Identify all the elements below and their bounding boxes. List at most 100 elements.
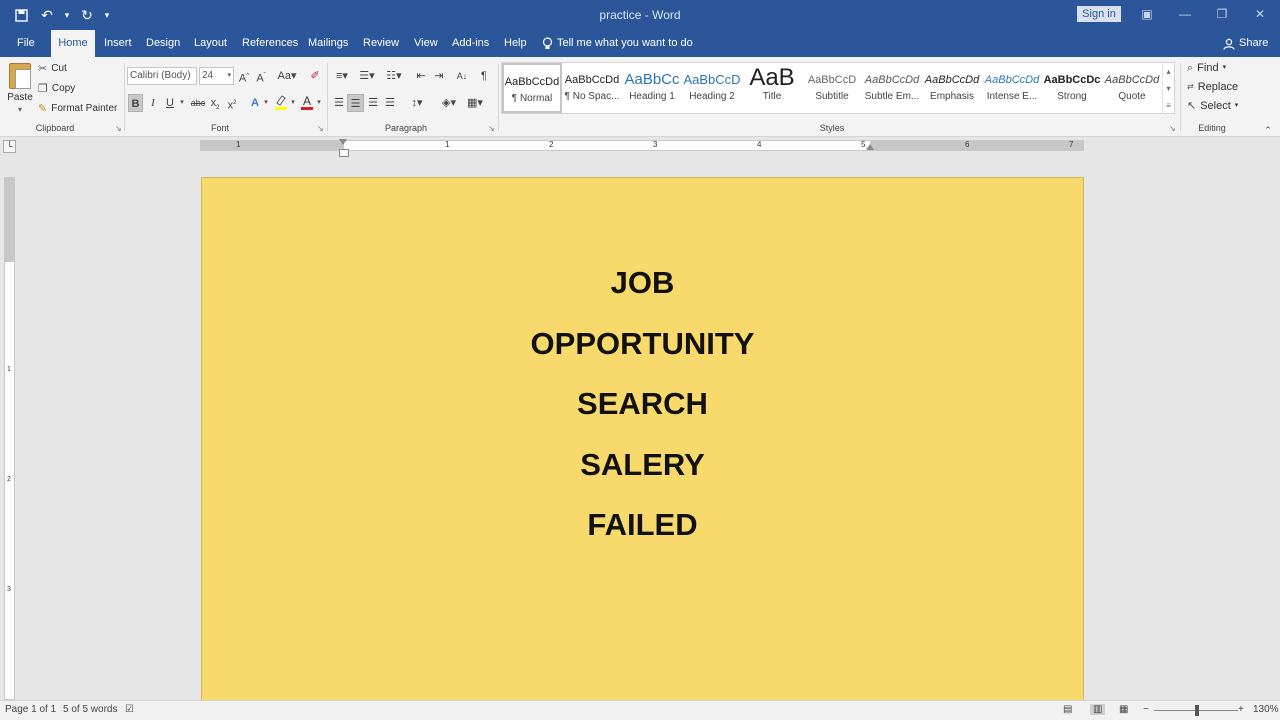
sort-icon[interactable]: A↓	[454, 67, 470, 85]
document-line[interactable]: FAILED	[202, 507, 1083, 543]
borders-icon[interactable]: ▦▾	[463, 94, 487, 112]
zoom-in-icon[interactable]: +	[1238, 704, 1244, 715]
numbering-icon[interactable]: ☰▾	[356, 67, 378, 85]
find-button[interactable]: ⌕ Find ▾	[1187, 59, 1226, 77]
minimize-icon[interactable]: —	[1171, 4, 1199, 24]
restore-icon[interactable]: ❐	[1208, 4, 1236, 24]
style-heading-1[interactable]: AaBbCc Heading 1	[622, 63, 682, 113]
replace-button[interactable]: ⇄ Replace	[1187, 78, 1238, 96]
multilevel-list-icon[interactable]: ☷▾	[383, 67, 405, 85]
bold-button[interactable]: B	[128, 94, 143, 112]
select-button[interactable]: ↖ Select ▾	[1187, 97, 1238, 115]
gallery-scroll-down-icon[interactable]: ▾	[1162, 80, 1174, 97]
highlight-dropdown-icon[interactable]: ▾	[289, 94, 297, 112]
document-line[interactable]: OPPORTUNITY	[202, 326, 1083, 362]
document-line[interactable]: SEARCH	[202, 386, 1083, 422]
cut-button[interactable]: ✂ Cut	[38, 60, 67, 78]
close-icon[interactable]: ✕	[1246, 4, 1274, 24]
font-name-box[interactable]: Calibri (Body)	[127, 67, 197, 85]
tab-selector-icon[interactable]: └	[3, 140, 16, 153]
format-painter-button[interactable]: ✎ Format Painter	[38, 100, 117, 118]
superscript-button[interactable]: x2	[225, 94, 239, 112]
vertical-ruler[interactable]: 1 2 3	[4, 177, 15, 700]
tab-view[interactable]: View	[407, 30, 445, 57]
save-icon[interactable]	[10, 5, 32, 25]
increase-indent-icon[interactable]: ⇥	[431, 67, 447, 85]
style-intense-emphasis[interactable]: AaBbCcDd Intense E...	[982, 63, 1042, 113]
tab-home[interactable]: Home	[51, 30, 95, 57]
italic-button[interactable]: I	[147, 94, 159, 112]
style-title[interactable]: AaB Title	[742, 63, 802, 113]
justify-icon[interactable]: ☰	[382, 94, 398, 112]
tab-insert[interactable]: Insert	[97, 30, 139, 57]
tab-review[interactable]: Review	[356, 30, 406, 57]
tab-file[interactable]: File	[10, 30, 42, 57]
horizontal-ruler[interactable]: 1 1 2 3 4 5 6 7	[200, 140, 1084, 151]
proofing-icon[interactable]: ☑	[125, 704, 134, 715]
text-effects-dropdown-icon[interactable]: ▾	[262, 94, 270, 112]
line-spacing-icon[interactable]: ↕▾	[405, 94, 429, 112]
tab-help[interactable]: Help	[497, 30, 534, 57]
paragraph-launcher-icon[interactable]: ↘	[488, 124, 495, 133]
undo-icon[interactable]: ↶	[36, 5, 58, 25]
zoom-level[interactable]: 130%	[1253, 704, 1279, 715]
right-indent-marker[interactable]	[866, 144, 874, 150]
gallery-more-icon[interactable]: ≡	[1162, 97, 1174, 114]
underline-dropdown-icon[interactable]: ▾	[178, 94, 186, 112]
left-indent-marker[interactable]	[339, 139, 349, 157]
change-case-icon[interactable]: Aa▾	[276, 67, 298, 85]
align-right-icon[interactable]: ☰	[365, 94, 381, 112]
clear-formatting-icon[interactable]: ✐	[308, 67, 322, 85]
copy-button[interactable]: ❐ Copy	[38, 80, 75, 98]
align-left-icon[interactable]: ☰	[331, 94, 347, 112]
style-emphasis[interactable]: AaBbCcDd Emphasis	[922, 63, 982, 113]
sign-in-button[interactable]: Sign in	[1077, 6, 1121, 22]
underline-button[interactable]: U	[163, 94, 177, 112]
clipboard-launcher-icon[interactable]: ↘	[115, 124, 122, 133]
word-count[interactable]: 5 of 5 words	[63, 704, 117, 715]
style-no-spacing[interactable]: AaBbCcDd ¶ No Spac...	[562, 63, 622, 113]
align-center-icon[interactable]: ☰	[347, 94, 364, 112]
document-page[interactable]: JOB OPPORTUNITY SEARCH SALERY FAILED	[201, 177, 1084, 707]
gallery-scroll-up-icon[interactable]: ▴	[1162, 63, 1174, 80]
document-line[interactable]: SALERY	[202, 447, 1083, 483]
grow-font-icon[interactable]: A^	[238, 67, 250, 85]
highlight-color-icon[interactable]	[273, 94, 289, 112]
redo-icon[interactable]: ↻	[76, 5, 98, 25]
share-button[interactable]: Share	[1223, 30, 1268, 57]
strikethrough-button[interactable]: abc	[189, 94, 207, 112]
tell-me-box[interactable]: Tell me what you want to do	[542, 30, 693, 57]
style-quote[interactable]: AaBbCcDd Quote	[1102, 63, 1162, 113]
font-size-box[interactable]: 24 ▾	[199, 67, 234, 85]
document-line[interactable]: JOB	[202, 265, 1083, 301]
style-subtitle[interactable]: AaBbCcD Subtitle	[802, 63, 862, 113]
shrink-font-icon[interactable]: Aˇ	[255, 67, 267, 85]
shading-icon[interactable]: ◈▾	[437, 94, 461, 112]
styles-launcher-icon[interactable]: ↘	[1169, 124, 1176, 133]
tab-references[interactable]: References	[235, 30, 305, 57]
zoom-slider-thumb[interactable]	[1195, 705, 1199, 716]
style-normal[interactable]: AaBbCcDd ¶ Normal	[502, 63, 562, 113]
style-strong[interactable]: AaBbCcDc Strong	[1042, 63, 1102, 113]
paste-button[interactable]: Paste ▾	[6, 63, 34, 119]
decrease-indent-icon[interactable]: ⇤	[413, 67, 429, 85]
tab-layout[interactable]: Layout	[187, 30, 234, 57]
customize-qat-icon[interactable]: ▾	[102, 5, 112, 25]
bullets-icon[interactable]: ≡▾	[331, 67, 353, 85]
ribbon-display-options-icon[interactable]: ▣	[1133, 4, 1161, 24]
zoom-out-icon[interactable]: −	[1143, 704, 1149, 715]
style-heading-2[interactable]: AaBbCcD Heading 2	[682, 63, 742, 113]
tab-mailings[interactable]: Mailings	[301, 30, 355, 57]
font-color-dropdown-icon[interactable]: ▾	[315, 94, 323, 112]
tab-add-ins[interactable]: Add-ins	[445, 30, 496, 57]
page-count[interactable]: Page 1 of 1	[5, 704, 56, 715]
print-layout-icon[interactable]: ▥	[1090, 704, 1106, 715]
show-formatting-marks-icon[interactable]: ¶	[477, 67, 491, 85]
tab-design[interactable]: Design	[139, 30, 187, 57]
read-mode-icon[interactable]: ▤	[1063, 704, 1072, 715]
font-color-icon[interactable]: A	[299, 94, 315, 112]
style-subtle-emphasis[interactable]: AaBbCcDd Subtle Em...	[862, 63, 922, 113]
text-effects-icon[interactable]: A	[248, 94, 262, 112]
font-launcher-icon[interactable]: ↘	[317, 124, 324, 133]
web-layout-icon[interactable]: ▦	[1119, 704, 1128, 715]
